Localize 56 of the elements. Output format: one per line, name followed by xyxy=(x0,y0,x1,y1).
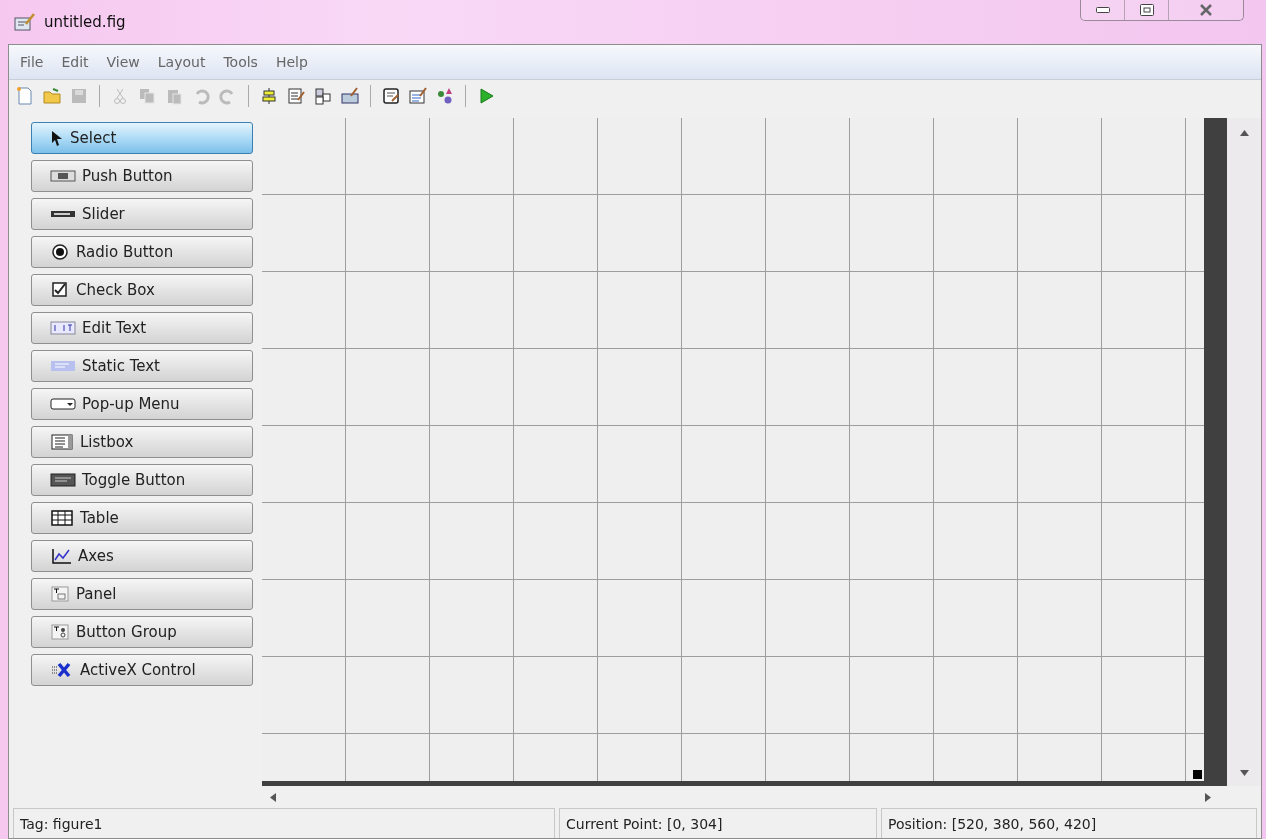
resize-handle[interactable] xyxy=(1193,770,1202,779)
menu-item[interactable]: View xyxy=(99,54,147,70)
figure-file-icon xyxy=(14,12,36,32)
tab-order-icon[interactable] xyxy=(313,86,333,106)
scroll-up-icon[interactable] xyxy=(1239,130,1249,136)
shapes-icon[interactable] xyxy=(435,86,455,106)
window-title: untitled.fig xyxy=(44,13,127,31)
edit-text-icon xyxy=(50,320,76,336)
minimize-icon xyxy=(1095,7,1110,13)
menu-item[interactable]: Tools xyxy=(216,54,265,70)
static-text-icon xyxy=(50,358,76,374)
popup-menu-icon xyxy=(50,396,76,412)
checkbox-icon xyxy=(50,282,70,298)
menu-editor-icon[interactable] xyxy=(286,86,306,106)
palette-button[interactable]: ActiveX Control xyxy=(31,654,253,686)
palette-button[interactable]: Toggle Button xyxy=(31,464,253,496)
push-button-icon xyxy=(50,168,76,184)
pointer-icon xyxy=(50,130,64,146)
toolbar-editor-icon[interactable] xyxy=(340,86,360,106)
palette-button[interactable]: Static Text xyxy=(31,350,253,382)
palette-button[interactable]: Edit Text xyxy=(31,312,253,344)
radio-icon xyxy=(50,244,70,260)
palette-button[interactable]: Push Button xyxy=(31,160,253,192)
folder-icon[interactable] xyxy=(42,86,62,106)
palette-button[interactable]: Listbox xyxy=(31,426,253,458)
axes-icon xyxy=(50,548,72,564)
palette-button[interactable]: Check Box xyxy=(31,274,253,306)
toggle-button-icon xyxy=(50,472,76,488)
table-icon xyxy=(50,510,74,526)
tag-status: Tag: figure1 xyxy=(13,808,555,838)
palette-button[interactable]: Button Group xyxy=(31,616,253,648)
inspector-icon[interactable] xyxy=(408,86,428,106)
align-icon[interactable] xyxy=(259,86,279,106)
listbox-icon xyxy=(50,434,74,450)
editor-icon[interactable] xyxy=(381,86,401,106)
menu-item[interactable]: Layout xyxy=(150,54,213,70)
palette-button[interactable]: Slider xyxy=(31,198,253,230)
vertical-scrollbar[interactable] xyxy=(1227,118,1261,786)
menu-item[interactable]: Help xyxy=(268,54,315,70)
position-status: Position: [520, 380, 560, 420] xyxy=(881,808,1257,838)
palette-button[interactable]: Table xyxy=(31,502,253,534)
scroll-down-icon[interactable] xyxy=(1239,770,1249,776)
menu-item[interactable]: Edit xyxy=(54,54,96,70)
palette-button[interactable]: Panel xyxy=(31,578,253,610)
palette-button[interactable]: Select xyxy=(31,122,253,154)
scroll-right-icon[interactable] xyxy=(1205,792,1211,802)
palette-button[interactable]: Pop-up Menu xyxy=(31,388,253,420)
panel-icon xyxy=(50,586,70,602)
scroll-left-icon[interactable] xyxy=(270,792,276,802)
palette-button[interactable]: Axes xyxy=(31,540,253,572)
close-icon xyxy=(1199,4,1213,16)
maximize-icon xyxy=(1139,4,1154,16)
palette-button[interactable]: Radio Button xyxy=(31,236,253,268)
menu-item[interactable]: File xyxy=(13,54,51,70)
button-group-icon xyxy=(50,624,70,640)
current-point-status: Current Point: [0, 304] xyxy=(559,808,877,838)
